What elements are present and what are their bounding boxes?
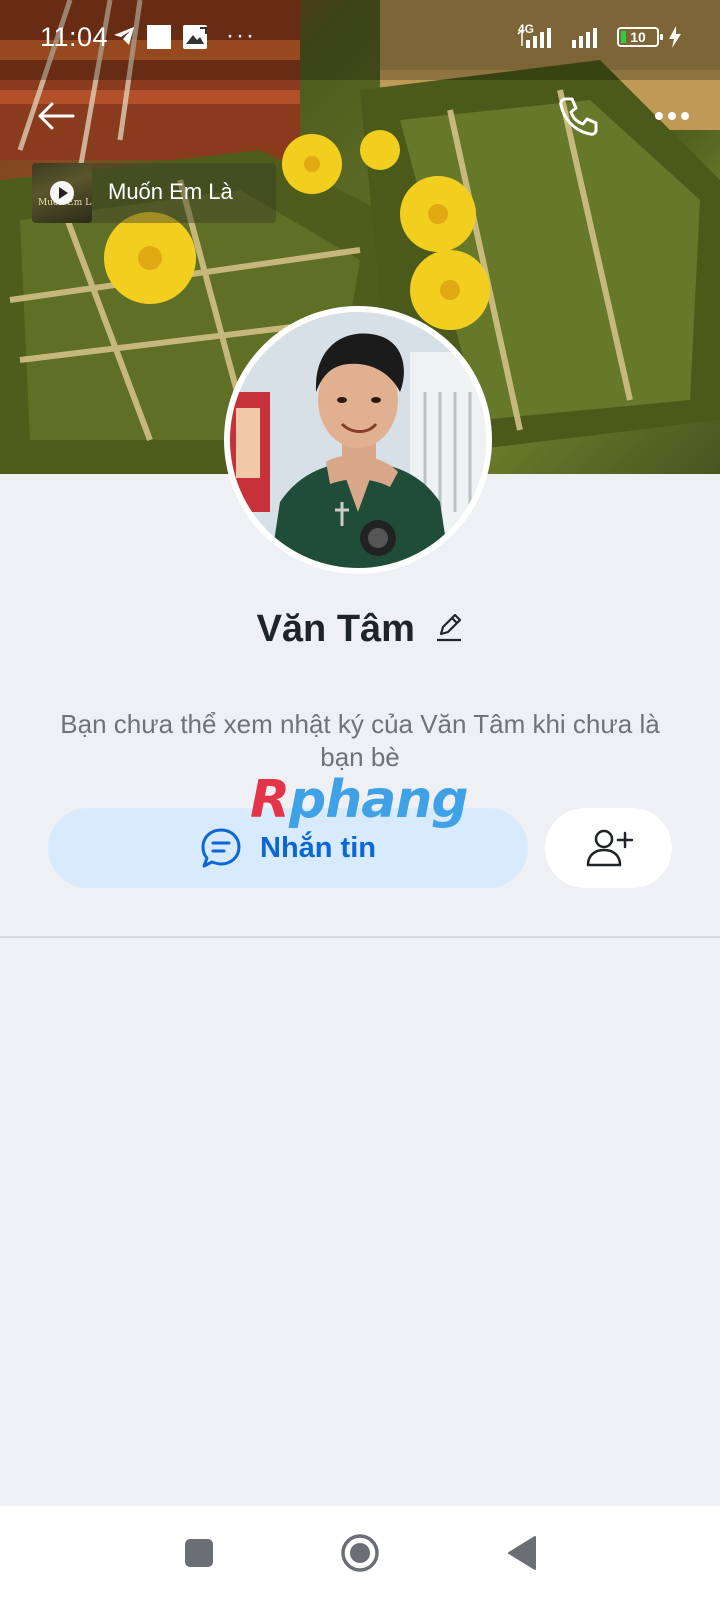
back-nav-button[interactable] <box>497 1528 547 1578</box>
pencil-icon[interactable] <box>435 612 463 647</box>
status-bar: 11:04 ··· 4G 10 <box>0 0 720 78</box>
status-time: 11:04 <box>40 22 109 52</box>
avatar-photo <box>230 312 486 568</box>
battery-level: 10 <box>630 29 646 45</box>
telegram-icon <box>112 24 136 53</box>
call-button[interactable] <box>548 86 608 146</box>
play-icon[interactable] <box>50 181 74 205</box>
charging-icon <box>668 26 682 53</box>
signal-strength-icon <box>516 28 556 53</box>
chat-bubble-icon <box>201 828 241 868</box>
music-title: Muốn Em Là <box>108 179 233 204</box>
section-divider <box>0 936 720 938</box>
battery-icon: 10 <box>617 27 663 47</box>
message-button[interactable]: Nhắn tin <box>48 808 528 888</box>
circle-icon <box>341 1534 379 1572</box>
music-thumbnail: Muốn Em Là... <box>32 163 92 223</box>
image-notification-icon <box>182 24 208 55</box>
notification-square-icon <box>146 24 172 55</box>
more-options-button[interactable] <box>642 86 702 146</box>
more-notifications-icon: ··· <box>226 22 256 49</box>
home-button[interactable] <box>335 1528 385 1578</box>
arrow-left-icon <box>38 102 75 130</box>
square-icon <box>185 1539 213 1567</box>
message-button-label: Nhắn tin <box>260 831 376 864</box>
system-navigation-bar <box>0 1506 720 1600</box>
profile-name-row: Văn Tâm <box>0 608 720 651</box>
profile-music-chip[interactable]: Muốn Em Là... Muốn Em Là <box>32 163 276 223</box>
add-friend-button[interactable] <box>545 808 672 888</box>
phone-icon <box>559 97 598 136</box>
recent-apps-button[interactable] <box>174 1528 224 1578</box>
add-user-icon <box>586 829 633 867</box>
profile-name: Văn Tâm <box>256 608 415 650</box>
signal-strength-2-icon <box>570 28 604 53</box>
triangle-back-icon <box>508 1536 536 1570</box>
more-horizontal-icon <box>655 112 689 120</box>
back-button[interactable] <box>26 86 86 146</box>
diary-privacy-notice: Bạn chưa thể xem nhật ký của Văn Tâm khi… <box>60 709 660 772</box>
avatar[interactable] <box>224 306 492 574</box>
